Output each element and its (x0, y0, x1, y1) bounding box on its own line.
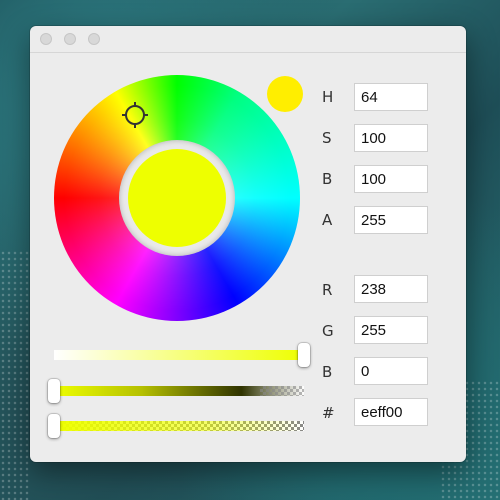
hex-label: # (322, 404, 335, 422)
hue-label: H (322, 88, 334, 106)
brightness-field[interactable] (354, 165, 428, 193)
zoom-icon[interactable] (88, 33, 100, 45)
alpha-label: A (322, 211, 333, 229)
alpha-slider-gradient (54, 421, 304, 431)
saturation-label: S (322, 129, 332, 147)
color-picker-window: H S B A R G B # (30, 26, 466, 462)
red-label: R (322, 281, 333, 299)
brightness-slider-handle[interactable] (298, 343, 310, 367)
alpha-slider-handle[interactable] (48, 414, 60, 438)
saturation-field[interactable] (354, 124, 428, 152)
brightness-label: B (322, 170, 333, 188)
selected-color-swatch[interactable] (267, 76, 303, 112)
shade-slider-handle[interactable] (48, 379, 60, 403)
blue-field[interactable] (354, 357, 428, 385)
current-color-preview (128, 149, 226, 247)
close-icon[interactable] (40, 33, 52, 45)
minimize-icon[interactable] (64, 33, 76, 45)
brightness-slider-track[interactable] (54, 350, 304, 360)
shade-slider-track[interactable] (54, 386, 304, 396)
alpha-field[interactable] (354, 206, 428, 234)
red-field[interactable] (354, 275, 428, 303)
alpha-slider-track[interactable] (54, 421, 304, 431)
hex-field[interactable] (354, 398, 428, 426)
wheel-crosshair-icon[interactable] (122, 102, 148, 128)
background-foam-left (0, 250, 30, 500)
blue-label: B (322, 363, 333, 381)
shade-slider-transparency (260, 386, 304, 396)
green-label: G (322, 322, 334, 340)
green-field[interactable] (354, 316, 428, 344)
title-bar[interactable] (30, 26, 466, 53)
hue-field[interactable] (354, 83, 428, 111)
